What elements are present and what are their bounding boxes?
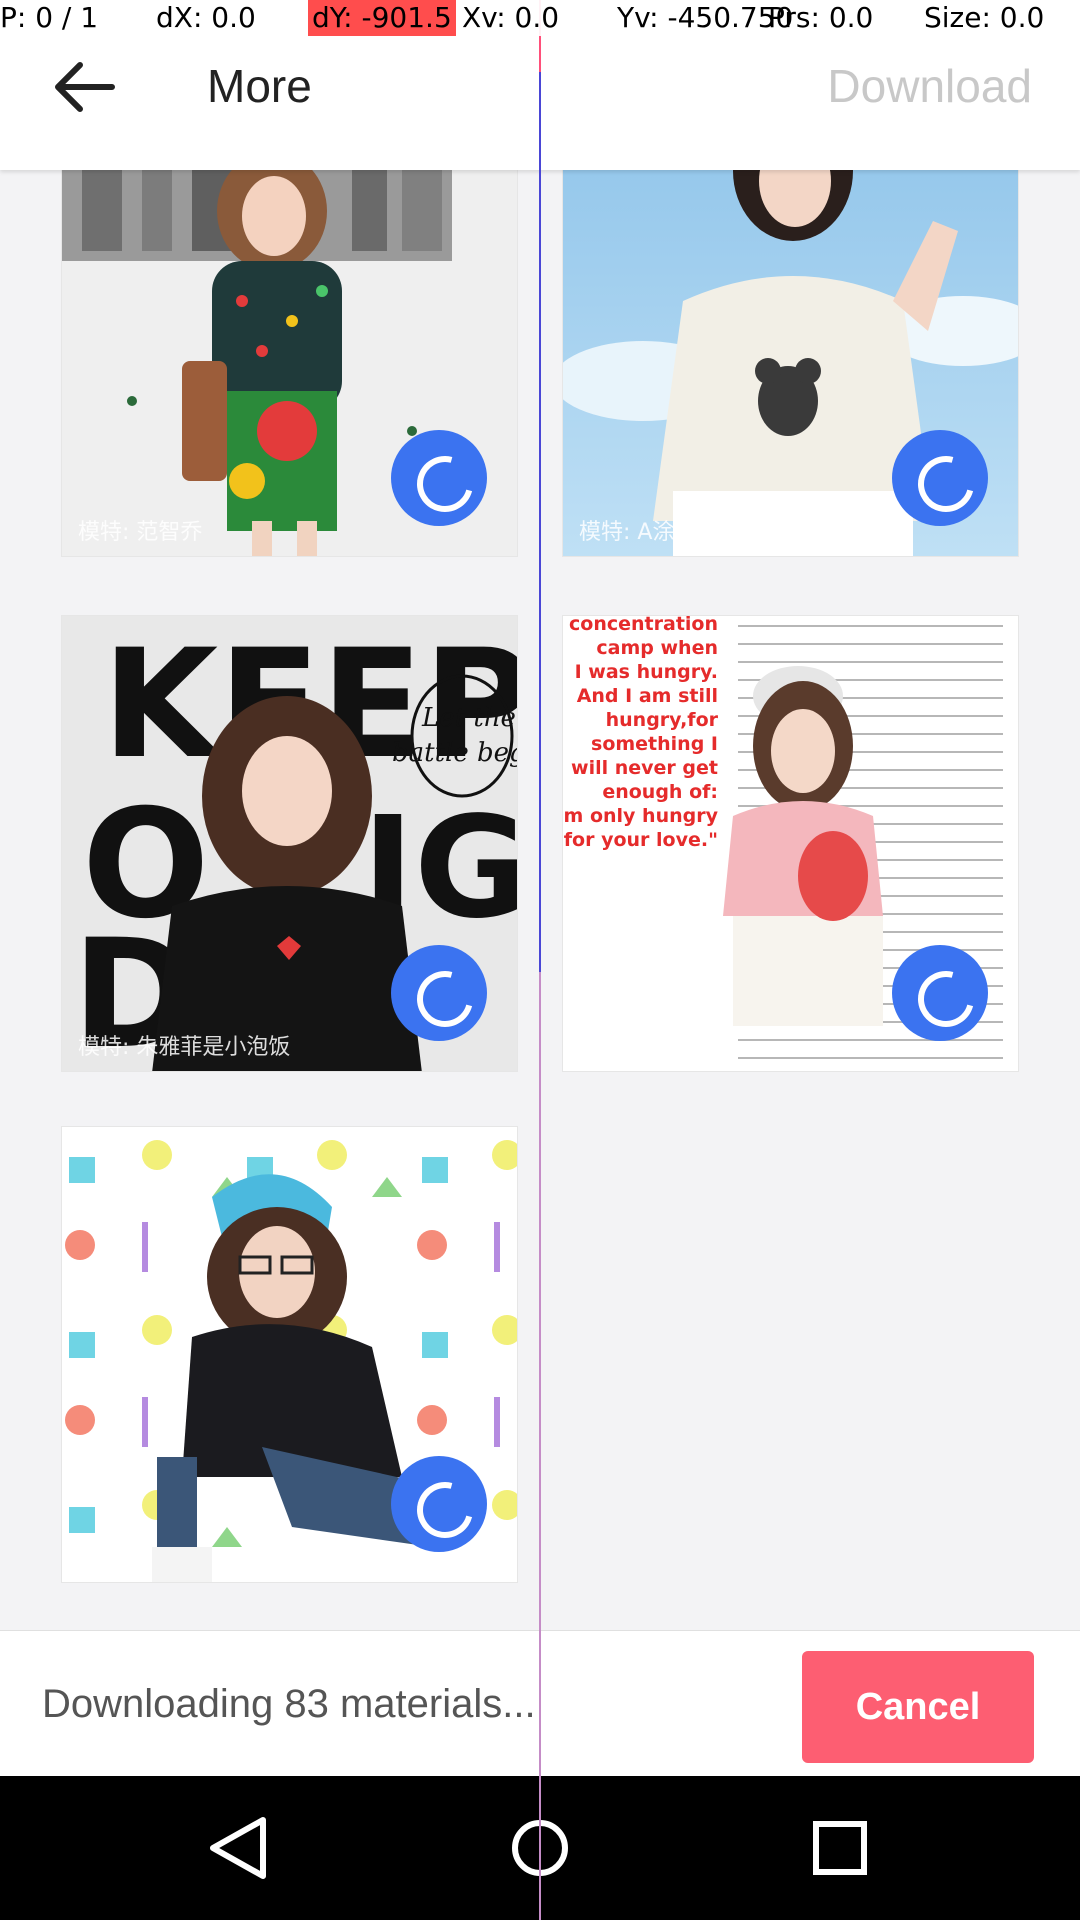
quote-line: camp when <box>596 637 718 659</box>
material-tile[interactable]: concentration camp when I was hungry. An… <box>562 615 1019 1072</box>
quote-line: hungry,for <box>606 709 719 731</box>
page-title: More <box>207 60 312 112</box>
download-button[interactable]: Download <box>827 56 1032 116</box>
loading-spinner-icon <box>892 430 988 526</box>
material-tile[interactable]: 模特: A涂 <box>562 170 1019 557</box>
quote-line: concentration <box>569 616 718 635</box>
loading-spinner-icon <box>391 430 487 526</box>
loading-spinner-icon <box>391 945 487 1041</box>
loading-spinner-icon <box>391 1456 487 1552</box>
debug-dy: dY: -901.5 <box>308 0 456 36</box>
arrow-left-icon <box>55 62 115 112</box>
cancel-button[interactable]: Cancel <box>802 1651 1034 1763</box>
model-credit: 模特: 范智乔 <box>78 520 203 545</box>
material-tile[interactable]: KEEP O IG DA Let the battle begin 模特: 朱雅… <box>61 615 518 1072</box>
nav-recents-button[interactable] <box>795 1806 885 1890</box>
pointer-trace-line <box>539 0 541 1920</box>
pointer-location-overlay: P: 0 / 1 dX: 0.0 dY: -901.5 Xv: 0.0 Yv: … <box>0 0 1080 36</box>
back-button[interactable] <box>50 55 120 119</box>
poster-script: Let the <box>421 703 516 733</box>
material-tile[interactable]: 模特: 范智乔 <box>61 170 518 557</box>
model-credit: 模特: A涂 <box>579 520 675 545</box>
quote-line: something I <box>591 733 718 755</box>
model-credit: 模特: 朱雅菲是小泡饭 <box>78 1035 291 1060</box>
quote-line: I was hungry. <box>575 661 718 683</box>
debug-xv: Xv: 0.0 <box>462 1 560 34</box>
download-status-text: Downloading 83 materials... <box>42 1682 536 1726</box>
nav-recents-square-icon <box>813 1821 867 1875</box>
debug-yv: Yv: -450.750 <box>617 1 794 34</box>
material-tile[interactable] <box>61 1126 518 1583</box>
screen: P: 0 / 1 dX: 0.0 dY: -901.5 Xv: 0.0 Yv: … <box>0 0 1080 1920</box>
debug-pressure: Prs: 0.0 <box>768 1 874 34</box>
loading-spinner-icon <box>892 945 988 1041</box>
debug-size: Size: 0.0 <box>924 1 1045 34</box>
nav-back-button[interactable] <box>195 1806 285 1890</box>
debug-pointer-count: P: 0 / 1 <box>0 1 99 34</box>
quote-line: for your love." <box>564 829 718 851</box>
debug-dx: dX: 0.0 <box>156 1 256 34</box>
quote-line: And I am still <box>577 685 718 707</box>
nav-back-triangle-icon <box>210 1817 266 1879</box>
quote-line: will never get <box>571 757 718 779</box>
quote-line: enough of: <box>602 781 718 803</box>
quote-line: I am only hungry <box>563 805 719 827</box>
poster-script: battle begin <box>392 738 518 768</box>
